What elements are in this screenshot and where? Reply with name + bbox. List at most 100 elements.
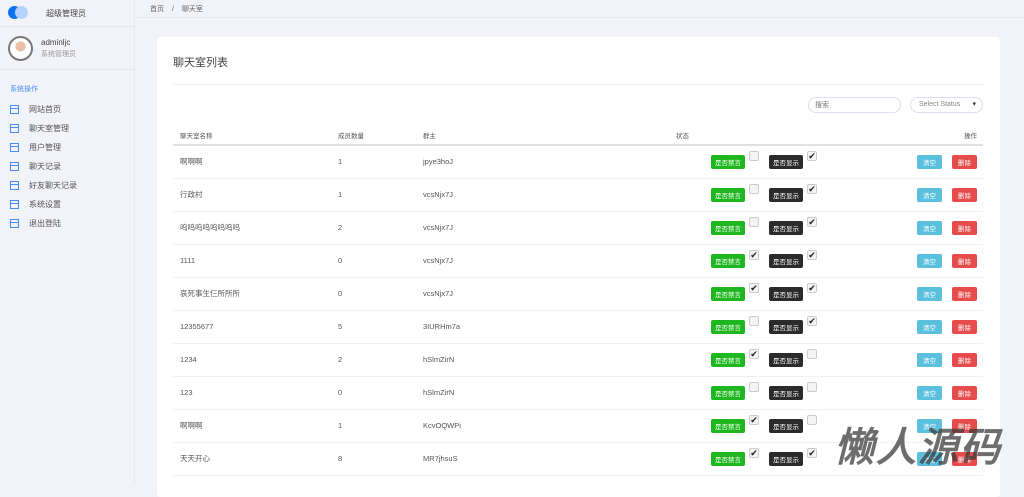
mute-checkbox[interactable] [749, 216, 759, 227]
layout-icon [10, 105, 19, 114]
mute-checkbox[interactable]: ✔ [749, 348, 759, 359]
clear-button[interactable]: 清空 [917, 385, 942, 400]
room-name: 行政村 [173, 178, 331, 212]
clear-button[interactable]: 清空 [917, 286, 942, 301]
room-name: 天天开心 [173, 442, 331, 476]
mute-label: 是否禁言 [711, 319, 745, 334]
owner: vcsNjx7J [416, 178, 596, 212]
mute-checkbox[interactable] [749, 150, 759, 161]
owner: KcvOQWPi [416, 409, 596, 443]
delete-button[interactable]: 删除 [952, 286, 977, 301]
mute-label: 是否禁言 [711, 451, 745, 466]
delete-button[interactable]: 删除 [952, 253, 977, 268]
mute-checkbox[interactable]: ✔ [749, 282, 759, 293]
mute-label: 是否禁言 [711, 220, 745, 235]
sidebar-item[interactable]: 系统设置 [0, 195, 134, 214]
owner: 3IURHm7a [416, 310, 596, 344]
sidebar-item-label: 退出登陆 [29, 219, 61, 228]
member-count: 8 [331, 442, 416, 476]
layout-icon [10, 124, 19, 133]
table-row: 呜呜呜呜呜呜呜呜 2 vcsNjx7J 是否禁言 是否显示 ✔ 清空 删除 [173, 211, 983, 245]
clear-button[interactable]: 清空 [917, 187, 942, 202]
delete-button[interactable]: 删除 [952, 352, 977, 367]
room-name: 哀死事生仨所所所 [173, 277, 331, 311]
show-label: 是否显示 [769, 418, 803, 433]
show-checkbox[interactable]: ✔ [807, 282, 817, 293]
breadcrumb-home[interactable]: 首页 [150, 6, 164, 13]
member-count: 2 [331, 211, 416, 245]
owner: vcsNjx7J [416, 277, 596, 311]
show-checkbox[interactable]: ✔ [807, 249, 817, 260]
delete-button[interactable]: 删除 [952, 154, 977, 169]
status-select[interactable]: Select Status [910, 97, 983, 113]
mute-label: 是否禁言 [711, 352, 745, 367]
user-name: adminljc [41, 37, 71, 47]
mute-checkbox[interactable] [749, 381, 759, 392]
mute-checkbox[interactable] [749, 183, 759, 194]
user-role: 系统管理员 [41, 50, 76, 58]
member-count: 1 [331, 145, 416, 179]
mute-checkbox[interactable]: ✔ [749, 447, 759, 458]
clear-button[interactable]: 清空 [917, 319, 942, 334]
mute-label: 是否禁言 [711, 385, 745, 400]
room-name: 1111 [173, 244, 331, 278]
layout-icon [10, 219, 19, 228]
sidebar-item-label: 聊天记录 [29, 162, 61, 171]
table-row: 1234 2 hSlmZirN 是否禁言 ✔ 是否显示 清空 删除 [173, 343, 983, 377]
sidebar-item-label: 系统设置 [29, 200, 61, 209]
room-name: 12355677 [173, 310, 331, 344]
sidebar-item[interactable]: 退出登陆 [0, 214, 134, 233]
divider [173, 84, 984, 85]
sidebar-item[interactable]: 好友聊天记录 [0, 176, 134, 195]
mute-checkbox[interactable]: ✔ [749, 414, 759, 425]
show-label: 是否显示 [769, 286, 803, 301]
clear-button[interactable]: 清空 [917, 253, 942, 268]
header-status: 状态 [596, 125, 896, 146]
show-checkbox[interactable]: ✔ [807, 315, 817, 326]
clear-button[interactable]: 清空 [917, 352, 942, 367]
show-checkbox[interactable]: ✔ [807, 150, 817, 161]
member-count: 1 [331, 409, 416, 443]
show-checkbox[interactable]: ✔ [807, 216, 817, 227]
delete-button[interactable]: 删除 [952, 187, 977, 202]
show-checkbox[interactable] [807, 381, 817, 392]
member-count: 0 [331, 244, 416, 278]
sidebar-item[interactable]: 聊天室管理 [0, 119, 134, 138]
room-name: 啊啊啊 [173, 409, 331, 443]
search-input[interactable] [808, 97, 901, 113]
avatar[interactable] [8, 35, 33, 61]
owner: jpye3hoJ [416, 145, 596, 179]
show-label: 是否显示 [769, 352, 803, 367]
show-checkbox[interactable]: ✔ [807, 447, 817, 458]
clear-button[interactable]: 清空 [917, 220, 942, 235]
mute-checkbox[interactable]: ✔ [749, 249, 759, 260]
member-count: 1 [331, 178, 416, 212]
mute-label: 是否禁言 [711, 187, 745, 202]
breadcrumb: 首页 / 聊天室 [136, 0, 1024, 18]
clear-button[interactable]: 清空 [917, 154, 942, 169]
room-name: 呜呜呜呜呜呜呜呜 [173, 211, 331, 245]
mute-checkbox[interactable] [749, 315, 759, 326]
sidebar-item[interactable]: 用户管理 [0, 138, 134, 157]
show-label: 是否显示 [769, 319, 803, 334]
breadcrumb-current: 聊天室 [181, 6, 203, 13]
sidebar-item[interactable]: 聊天记录 [0, 157, 134, 176]
table-row: 1111 0 vcsNjx7J 是否禁言 ✔ 是否显示 ✔ 清空 删除 [173, 244, 983, 278]
delete-button[interactable]: 删除 [952, 220, 977, 235]
table-row: 哀死事生仨所所所 0 vcsNjx7J 是否禁言 ✔ 是否显示 ✔ 清空 删除 [173, 277, 983, 311]
mute-label: 是否禁言 [711, 286, 745, 301]
show-checkbox[interactable] [807, 348, 817, 359]
delete-button[interactable]: 删除 [952, 319, 977, 334]
sidebar-item-label: 用户管理 [29, 143, 61, 152]
layout-icon [10, 162, 19, 171]
show-checkbox[interactable]: ✔ [807, 183, 817, 194]
delete-button[interactable]: 删除 [952, 385, 977, 400]
header-members: 成员数量 [331, 125, 416, 146]
show-checkbox[interactable] [807, 414, 817, 425]
owner: hSlmZirN [416, 376, 596, 410]
sidebar-item[interactable]: 网站首页 [0, 100, 134, 119]
show-label: 是否显示 [769, 187, 803, 202]
show-label: 是否显示 [769, 451, 803, 466]
member-count: 0 [331, 376, 416, 410]
header-actions: 操作 [896, 125, 983, 146]
